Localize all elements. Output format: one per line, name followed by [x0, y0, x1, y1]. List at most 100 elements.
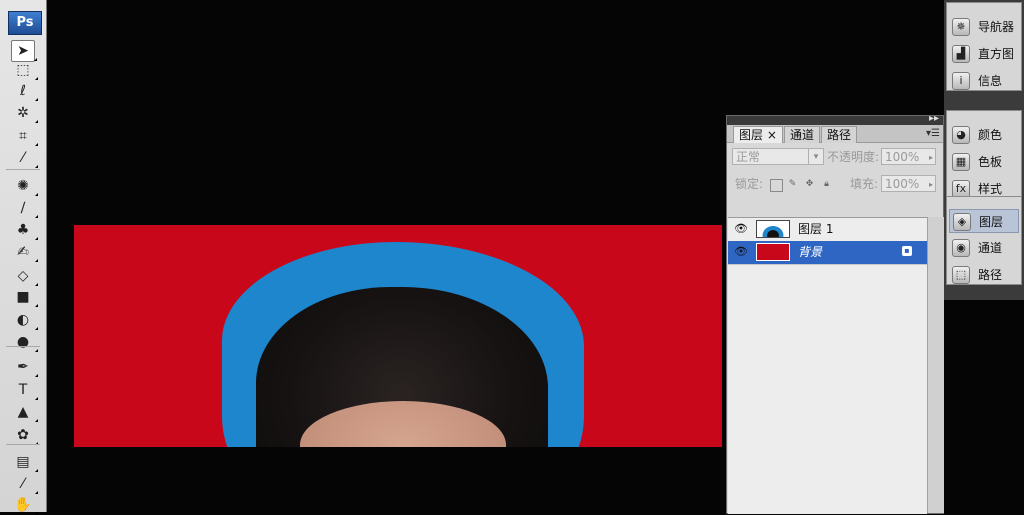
pen-tool[interactable]: ✒ — [11, 357, 38, 377]
notes-tool[interactable]: ▤ — [11, 452, 38, 472]
channels-icon: ◉ — [952, 239, 970, 257]
dock-item-paths[interactable]: ⬚ 路径 — [949, 263, 1019, 287]
eyedropper-sample-tool[interactable]: ⁄ — [11, 474, 38, 494]
panel-tab-strip: 图层 × 通道 路径 ▾☰ — [727, 125, 943, 143]
layer-thumbnail — [756, 243, 790, 261]
toolbox-separator — [6, 444, 40, 445]
marquee-icon: ⬚ — [16, 62, 30, 78]
healing-brush-icon: ✺ — [17, 178, 29, 194]
lock-position-icon[interactable]: ✥ — [804, 179, 815, 190]
visibility-eye-icon[interactable]: 👁︎ — [734, 246, 748, 258]
dock-item-navigator[interactable]: ✵ 导航器 — [949, 15, 1019, 39]
eraser-tool[interactable]: ◇ — [11, 266, 38, 286]
eyedropper-tool[interactable]: ⁄ — [11, 148, 38, 168]
right-panel-dock: ✵ 导航器 ▟ 直方图 i 信息 ◕ 颜色 ▦ 色板 fx 样式 ◈ 图层 ◉ 通道 ⬚ 路径 — [944, 0, 1024, 300]
info-icon: i — [952, 72, 970, 90]
opacity-field[interactable]: 100% ▸ — [881, 148, 936, 165]
crop-tool[interactable]: ⌗ — [11, 126, 38, 146]
clone-stamp-tool[interactable]: ♣ — [11, 220, 38, 240]
layer-name[interactable]: 图层 1 — [798, 221, 833, 237]
clone-stamp-icon: ♣ — [16, 222, 30, 238]
dock-item-info[interactable]: i 信息 — [949, 69, 1019, 93]
custom-shape-icon: ✿ — [17, 427, 29, 443]
tools-panel: Ps ➤ ⬚ ℓ ✲ ⌗ ⁄ ✺ ∕ ♣ ✍ ◇ ■ ◐ ● ✒ T ▲ ✿ ▤ ⁄ ✋ — [0, 0, 47, 515]
lasso-tool[interactable]: ℓ — [11, 81, 38, 101]
pen-icon: ✒ — [17, 359, 29, 375]
eyedropper-icon: ⁄ — [21, 150, 25, 166]
panel-titlebar[interactable]: ▸▸ — [727, 113, 943, 125]
layer-list-scrollbar[interactable] — [927, 217, 944, 513]
opacity-value: 100% — [885, 150, 920, 164]
healing-brush-tool[interactable]: ✺ — [11, 176, 38, 196]
dock-item-layers[interactable]: ◈ 图层 — [949, 209, 1019, 233]
fill-field[interactable]: 100% ▸ — [881, 175, 936, 192]
layers-panel: ▸▸ 图层 × 通道 路径 ▾☰ 正常 ▾ 不透明度: 100% ▸ 锁定: ✎… — [726, 113, 944, 514]
path-selection-tool[interactable]: ▲ — [11, 402, 38, 422]
chevron-down-icon: ▾ — [808, 149, 823, 164]
gradient-tool[interactable]: ■ — [11, 287, 38, 307]
dock-item-label: 导航器 — [978, 20, 1015, 34]
eraser-icon: ◇ — [17, 268, 29, 284]
lock-all-icon[interactable]: 🔒︎ — [821, 179, 832, 190]
history-brush-icon: ✍ — [17, 244, 29, 260]
layer-thumbnail — [756, 220, 790, 238]
hand-icon: ✋ — [14, 497, 32, 513]
dock-item-label: 色板 — [978, 155, 1003, 169]
histogram-icon: ▟ — [952, 45, 970, 63]
brush-tool[interactable]: ∕ — [11, 198, 38, 218]
photoshop-logo[interactable]: Ps — [8, 11, 42, 35]
lock-label: 锁定: — [735, 177, 764, 191]
blend-mode-select[interactable]: 正常 ▾ — [732, 148, 824, 165]
document-canvas[interactable] — [74, 225, 722, 447]
dock-item-histogram[interactable]: ▟ 直方图 — [949, 42, 1019, 66]
history-brush-tool[interactable]: ✍ — [11, 242, 38, 262]
dock-item-label: 样式 — [978, 182, 1003, 196]
dodge-tool[interactable]: ● — [11, 332, 38, 352]
tab-channels[interactable]: 通道 — [784, 126, 821, 143]
dock-item-label: 路径 — [978, 268, 1003, 282]
marquee-tool[interactable]: ⬚ — [11, 60, 38, 80]
dock-item-label: 直方图 — [978, 47, 1015, 61]
swatches-icon: ▦ — [952, 153, 970, 171]
path-selection-icon: ▲ — [17, 404, 29, 420]
lock-transparent-icon[interactable] — [770, 179, 783, 192]
crop-icon: ⌗ — [19, 128, 27, 144]
collapse-icon[interactable]: ▸▸ — [929, 113, 939, 124]
tab-layers[interactable]: 图层 × — [733, 126, 783, 143]
layer-lock-icon: ▪ — [902, 246, 912, 256]
blend-mode-value: 正常 — [736, 150, 761, 164]
tab-paths[interactable]: 路径 — [821, 126, 858, 143]
dock-item-label: 图层 — [979, 215, 1004, 229]
dock-item-channels[interactable]: ◉ 通道 — [949, 236, 1019, 260]
blur-tool[interactable]: ◐ — [11, 310, 38, 330]
dock-item-color[interactable]: ◕ 颜色 — [949, 123, 1019, 147]
fill-label: 填充: — [850, 177, 879, 191]
fill-value: 100% — [885, 177, 920, 191]
layer-name[interactable]: 背景 — [798, 244, 822, 260]
chevron-right-icon: ▸ — [928, 180, 933, 189]
layer-list: 👁︎ 图层 1 👁︎ 背景 ▪ — [728, 217, 927, 514]
dock-item-swatches[interactable]: ▦ 色板 — [949, 150, 1019, 174]
color-icon: ◕ — [952, 126, 970, 144]
blur-icon: ◐ — [16, 312, 30, 328]
move-tool[interactable]: ➤ — [11, 40, 37, 62]
toolbox-separator — [6, 346, 40, 347]
visibility-eye-icon[interactable]: 👁︎ — [734, 223, 748, 235]
type-tool[interactable]: T — [11, 380, 38, 400]
magic-wand-tool[interactable]: ✲ — [11, 103, 38, 123]
toolbox-separator — [6, 169, 40, 170]
dock-group-1: ✵ 导航器 ▟ 直方图 i 信息 — [946, 2, 1022, 91]
move-icon: ➤ — [17, 43, 29, 59]
type-icon: T — [18, 382, 28, 398]
dock-item-label: 通道 — [978, 241, 1003, 255]
chevron-right-icon: ▸ — [928, 153, 933, 162]
lasso-icon: ℓ — [20, 83, 26, 99]
panel-menu-icon[interactable]: ▾☰ — [926, 128, 940, 139]
hand-tool[interactable]: ✋ — [11, 495, 38, 515]
layer-row-layer1[interactable]: 👁︎ 图层 1 — [728, 218, 927, 242]
opacity-label: 不透明度: — [827, 150, 880, 164]
custom-shape-tool[interactable]: ✿ — [11, 425, 38, 445]
lock-pixels-icon[interactable]: ✎ — [787, 179, 798, 190]
layer-row-background[interactable]: 👁︎ 背景 ▪ — [728, 241, 927, 265]
notes-icon: ▤ — [16, 454, 30, 470]
